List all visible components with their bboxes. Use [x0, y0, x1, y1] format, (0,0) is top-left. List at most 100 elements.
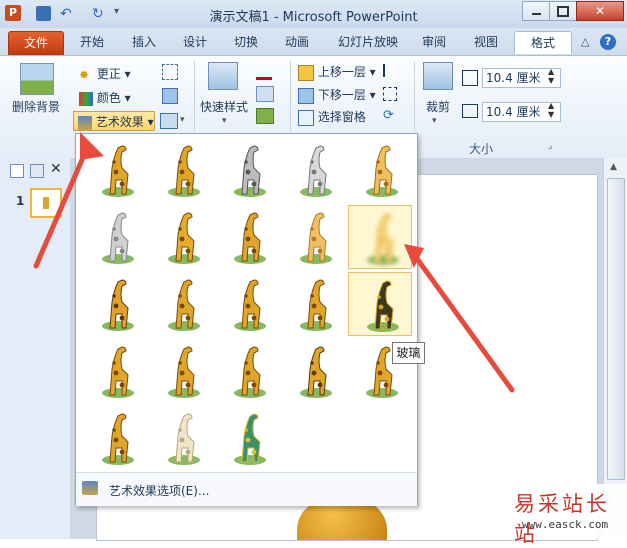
- restore-button[interactable]: [549, 1, 577, 21]
- dropdown-arrow-icon: ▾: [365, 88, 376, 102]
- scroll-thumb[interactable]: [607, 178, 625, 480]
- artistic-effects-button[interactable]: 艺术效果 ▾: [73, 111, 155, 131]
- reset-dropdown-icon[interactable]: ▾: [180, 115, 185, 125]
- effect-thumbnail[interactable]: [348, 272, 412, 336]
- tab-design[interactable]: 设计: [173, 31, 217, 53]
- effect-thumbnail[interactable]: [150, 406, 214, 470]
- selection-pane-icon: [298, 109, 314, 126]
- slides-tab-icon[interactable]: [10, 164, 24, 178]
- crop-dropdown-icon[interactable]: ▾: [432, 116, 437, 126]
- effect-thumbnail[interactable]: [150, 339, 214, 403]
- effect-thumbnail[interactable]: [282, 272, 346, 336]
- tab-review[interactable]: 审阅: [414, 31, 454, 53]
- color-palette-icon: [79, 91, 93, 106]
- giraffe-icon: [168, 145, 200, 197]
- dropdown-arrow-icon: ▾: [365, 65, 376, 79]
- tab-home[interactable]: 开始: [70, 31, 114, 53]
- corrections-button[interactable]: ✸ 更正 ▾: [79, 65, 131, 82]
- tab-view[interactable]: 视图: [466, 31, 506, 53]
- crop-button[interactable]: 裁剪: [426, 98, 450, 115]
- remove-background-button[interactable]: 删除背景: [12, 98, 60, 115]
- effect-thumbnail[interactable]: [282, 339, 346, 403]
- gallery-footer: 艺术效果选项(E)...: [76, 472, 417, 506]
- send-backward-button[interactable]: 下移一层 ▾: [298, 86, 376, 104]
- giraffe-icon: [366, 145, 398, 197]
- quick-styles-dropdown-icon[interactable]: ▾: [222, 116, 227, 126]
- artistic-effects-options-item[interactable]: 艺术效果选项(E)...: [109, 482, 209, 499]
- tab-file[interactable]: 文件: [8, 31, 64, 55]
- picture-layout-icon[interactable]: [256, 108, 274, 124]
- giraffe-icon: [300, 279, 332, 331]
- effect-thumbnail[interactable]: [150, 138, 214, 202]
- spin-arrows-icon[interactable]: ▲ ▼: [548, 67, 554, 85]
- sun-icon: ✸: [79, 67, 90, 82]
- effect-thumbnail[interactable]: [84, 205, 148, 269]
- close-pane-icon[interactable]: ✕: [50, 161, 62, 177]
- effect-thumbnail[interactable]: [84, 406, 148, 470]
- compress-pictures-icon[interactable]: [162, 64, 178, 80]
- giraffe-icon: [102, 279, 134, 331]
- effect-thumbnail[interactable]: [216, 406, 280, 470]
- effect-thumbnail[interactable]: [216, 138, 280, 202]
- size-group-label: 大小: [469, 142, 494, 156]
- align-icon[interactable]: [383, 64, 397, 77]
- corrections-label: 更正: [96, 67, 121, 81]
- tab-transitions[interactable]: 切换: [224, 31, 268, 53]
- effect-thumbnail[interactable]: [216, 205, 280, 269]
- change-picture-icon[interactable]: [162, 88, 178, 104]
- slide-thumbnail[interactable]: [30, 188, 62, 218]
- minimize-ribbon-icon[interactable]: △: [581, 35, 589, 48]
- ribbon-tab-row: 文件 开始 插入 设计 切换 动画 幻灯片放映 审阅 视图 格式 △ ?: [0, 28, 627, 55]
- giraffe-icon: [367, 213, 399, 265]
- effect-thumbnail[interactable]: [84, 339, 148, 403]
- effect-thumbnail[interactable]: [348, 138, 412, 202]
- size-dialog-launcher-icon[interactable]: ⌟: [548, 141, 552, 151]
- giraffe-icon: [234, 212, 266, 264]
- effect-thumbnail[interactable]: [216, 339, 280, 403]
- dropdown-arrow-icon: ▾: [143, 115, 154, 129]
- effect-thumbnail[interactable]: [348, 205, 412, 269]
- dropdown-arrow-icon: ▾: [120, 67, 131, 81]
- giraffe-icon: [300, 212, 332, 264]
- scroll-up-icon[interactable]: ▲: [610, 162, 617, 172]
- effect-thumbnail[interactable]: [84, 272, 148, 336]
- spin-arrows-icon[interactable]: ▲ ▼: [548, 101, 554, 119]
- close-button[interactable]: ✕: [576, 1, 624, 21]
- effect-thumbnail[interactable]: [282, 138, 346, 202]
- effect-thumbnail[interactable]: [84, 138, 148, 202]
- giraffe-icon: [367, 280, 399, 332]
- slide-number: 1: [16, 194, 25, 208]
- minimize-button[interactable]: [522, 1, 550, 21]
- effect-thumbnail[interactable]: [282, 205, 346, 269]
- tab-format[interactable]: 格式: [514, 31, 572, 54]
- giraffe-icon: [102, 413, 134, 465]
- picture-effects-icon[interactable]: [256, 86, 274, 102]
- send-backward-icon: [298, 87, 314, 104]
- tab-animations[interactable]: 动画: [275, 31, 319, 53]
- group-icon[interactable]: [383, 87, 397, 101]
- tab-slideshow[interactable]: 幻灯片放映: [330, 31, 406, 53]
- quick-styles-button[interactable]: 快速样式: [200, 98, 248, 115]
- vertical-scrollbar[interactable]: ▲: [603, 158, 627, 539]
- dropdown-arrow-icon: ▾: [120, 91, 131, 105]
- selection-pane-button[interactable]: 选择窗格: [298, 108, 366, 126]
- rotate-icon[interactable]: ⟳: [383, 108, 394, 123]
- giraffe-picture[interactable]: [297, 500, 387, 540]
- effect-thumbnail[interactable]: [216, 272, 280, 336]
- watermark: 易采站长站 www.easck.com: [510, 484, 627, 546]
- effect-thumbnail[interactable]: [150, 205, 214, 269]
- color-button[interactable]: 颜色 ▾: [79, 89, 131, 106]
- giraffe-icon: [234, 346, 266, 398]
- effect-tooltip: 玻璃: [392, 342, 425, 364]
- bring-forward-button[interactable]: 上移一层 ▾: [298, 63, 376, 81]
- reset-picture-icon[interactable]: [160, 113, 178, 129]
- tab-insert[interactable]: 插入: [122, 31, 166, 53]
- selection-pane-label: 选择窗格: [317, 110, 366, 124]
- picture-border-icon[interactable]: [256, 63, 272, 80]
- giraffe-icon: [300, 145, 332, 197]
- effect-thumbnail[interactable]: [150, 272, 214, 336]
- artistic-effects-gallery: 艺术效果选项(E)...: [75, 133, 418, 506]
- outline-tab-icon[interactable]: [30, 164, 44, 178]
- title-bar: P ↶ ↻ ▾ 演示文稿1 - Microsoft PowerPoint ✕: [0, 0, 627, 29]
- help-icon[interactable]: ?: [600, 34, 616, 50]
